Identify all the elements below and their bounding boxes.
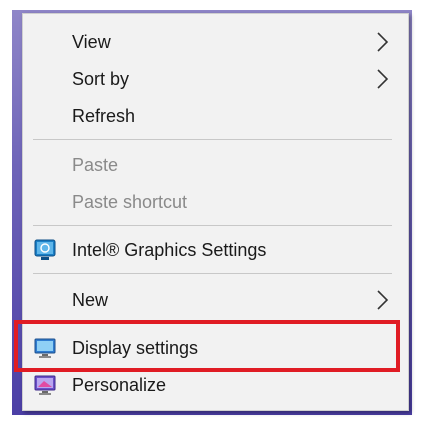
menu-item-label: Paste shortcut [72, 191, 188, 212]
chevron-right-icon [377, 290, 389, 310]
menu-item-paste-shortcut: Paste shortcut [23, 184, 408, 220]
intel-graphics-icon [34, 239, 56, 260]
highlight-box [14, 320, 400, 372]
menu-item-label: Refresh [72, 105, 136, 126]
menu-item-label: Intel® Graphics Settings [72, 239, 267, 260]
chevron-right-icon [377, 32, 389, 52]
menu-item-intel-graphics[interactable]: Intel® Graphics Settings [23, 232, 408, 268]
menu-item-paste: Paste [23, 147, 408, 183]
chevron-right-icon [377, 69, 389, 89]
menu-item-label: Sort by [72, 68, 130, 89]
menu-item-refresh[interactable]: Refresh [23, 98, 408, 134]
menu-item-label: Paste [72, 154, 119, 175]
menu-separator [33, 225, 392, 226]
menu-item-label: New [72, 289, 109, 310]
menu-item-label: Personalize [72, 374, 167, 395]
menu-item-new[interactable]: New [23, 282, 408, 318]
menu-separator [33, 139, 392, 140]
personalize-monitor-icon [34, 375, 56, 395]
menu-item-sort-by[interactable]: Sort by [23, 61, 408, 97]
menu-separator [33, 273, 392, 274]
menu-item-personalize[interactable]: Personalize [23, 367, 408, 403]
menu-item-label: View [72, 31, 111, 52]
menu-item-view[interactable]: View [23, 24, 408, 60]
